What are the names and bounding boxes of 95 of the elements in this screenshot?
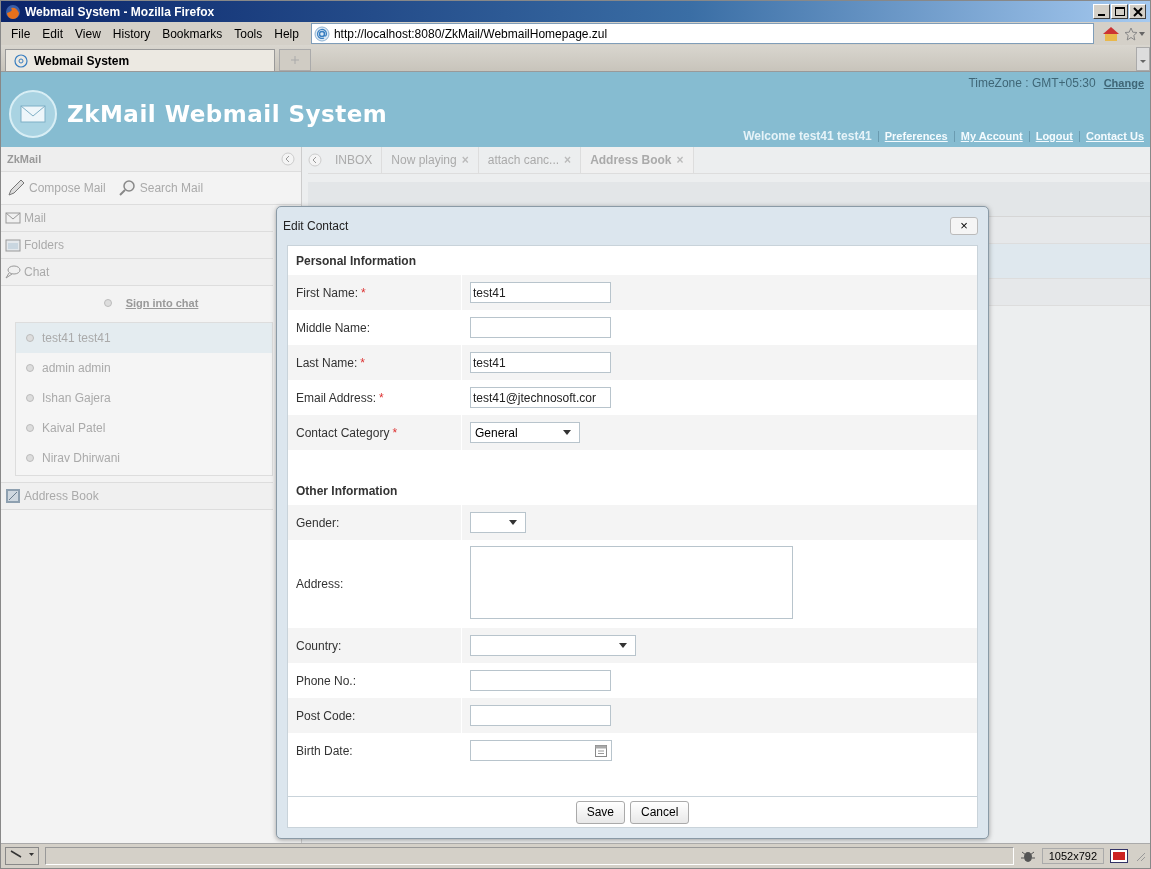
field-label: Country: bbox=[288, 628, 462, 663]
dialog-button[interactable]: Save bbox=[575, 800, 625, 824]
maximize-icon bbox=[1113, 6, 1126, 17]
address-bar[interactable]: http://localhost:8080/ZkMail/WebmailHomepage.zul bbox=[310, 23, 1094, 44]
section-heading: Other Information bbox=[296, 483, 398, 498]
menu-item[interactable]: Help bbox=[268, 26, 305, 41]
menu-item[interactable]: Tools bbox=[228, 26, 269, 41]
compose-button[interactable]: Compose Mail bbox=[7, 179, 106, 197]
input-field[interactable] bbox=[470, 670, 611, 691]
header-link[interactable]: Logout bbox=[1035, 130, 1073, 142]
home-icon bbox=[1102, 25, 1120, 42]
status-dot-icon bbox=[26, 454, 34, 462]
close-button[interactable] bbox=[1129, 4, 1146, 19]
contact-item[interactable]: admin admin bbox=[16, 353, 272, 383]
timezone-label: TimeZone : GMT+05:30 bbox=[968, 76, 1096, 90]
menu-item[interactable]: View bbox=[69, 26, 107, 41]
caret-icon bbox=[509, 520, 517, 525]
welcome-text: Welcome test41 test41 bbox=[743, 129, 872, 143]
content-tab[interactable]: INBOX bbox=[326, 147, 383, 173]
input-field[interactable]: test41 bbox=[470, 282, 611, 303]
status-dot-icon bbox=[26, 394, 34, 402]
chat-icon bbox=[5, 264, 21, 280]
new-tab-button[interactable] bbox=[279, 49, 311, 71]
menu-item[interactable]: File bbox=[5, 26, 37, 41]
search-button[interactable]: Search Mail bbox=[117, 179, 204, 197]
pointer-icon bbox=[9, 848, 35, 861]
picker-button[interactable] bbox=[5, 847, 39, 865]
header-link[interactable]: Preferences bbox=[884, 130, 948, 142]
caret-icon bbox=[563, 430, 571, 435]
at-sign-icon bbox=[313, 25, 330, 42]
browser-logo-icon bbox=[5, 3, 21, 20]
close-button[interactable]: × bbox=[950, 217, 978, 235]
field-label: Post Code: bbox=[288, 698, 462, 733]
dropdown[interactable] bbox=[470, 635, 636, 656]
field-label: First Name: * bbox=[288, 275, 462, 310]
input-field[interactable] bbox=[470, 705, 611, 726]
pencil-icon bbox=[7, 179, 25, 197]
contact-item[interactable]: Nirav Dhirwani bbox=[16, 443, 272, 473]
sidebar-title: ZkMail bbox=[7, 153, 42, 165]
status-dot-icon bbox=[26, 424, 34, 432]
window-size-label: 1052x792 bbox=[1041, 848, 1104, 864]
status-dot-icon bbox=[103, 299, 112, 307]
app-title: ZkMail Webmail System bbox=[67, 100, 388, 127]
list-tabs-button[interactable] bbox=[1136, 47, 1150, 71]
search-icon bbox=[117, 179, 136, 197]
content-tab[interactable]: Address Book × bbox=[581, 147, 694, 173]
collapse-icon bbox=[281, 152, 295, 166]
sign-in-link[interactable]: Sign into chat bbox=[125, 297, 199, 309]
resize-grip-icon bbox=[1134, 850, 1146, 862]
envelope-icon bbox=[5, 210, 21, 226]
dialog-button[interactable]: Cancel bbox=[630, 800, 690, 824]
at-sign-icon bbox=[14, 53, 28, 68]
contact-item[interactable]: Kaival Patel bbox=[16, 413, 272, 443]
input-field[interactable] bbox=[470, 317, 611, 338]
menu-item[interactable]: Bookmarks bbox=[156, 26, 229, 41]
address-field[interactable] bbox=[470, 546, 793, 619]
close-icon bbox=[1131, 6, 1144, 17]
window-title: Webmail System - Mozilla Firefox bbox=[25, 4, 216, 19]
field-label: Contact Category * bbox=[288, 415, 462, 450]
address-book-icon bbox=[5, 488, 21, 504]
flag-icon bbox=[1110, 849, 1128, 863]
change-link[interactable]: Change bbox=[1103, 77, 1144, 89]
star-icon bbox=[1124, 26, 1138, 41]
calendar-icon bbox=[595, 744, 607, 757]
scroll-left-icon bbox=[308, 153, 322, 167]
header-link[interactable]: My Account bbox=[960, 130, 1023, 142]
dialog-title: Edit Contact bbox=[283, 219, 349, 233]
header-link[interactable]: Contact Us bbox=[1085, 130, 1144, 142]
input-field[interactable]: test41 bbox=[470, 352, 611, 373]
section-heading: Personal Information bbox=[296, 253, 417, 268]
menu-item[interactable]: History bbox=[106, 26, 157, 41]
envelope-logo-icon bbox=[9, 89, 57, 138]
minimize-icon bbox=[1098, 13, 1105, 16]
caret-icon bbox=[619, 643, 627, 648]
folder-icon bbox=[5, 237, 21, 253]
browser-tab[interactable]: Webmail System bbox=[5, 49, 275, 71]
plus-icon bbox=[290, 54, 300, 65]
minimize-button[interactable] bbox=[1093, 4, 1110, 19]
field-label: Gender: bbox=[288, 505, 462, 540]
maximize-button[interactable] bbox=[1111, 4, 1128, 19]
field-label: Last Name: * bbox=[288, 345, 462, 380]
sidebar-section[interactable]: Address Book bbox=[1, 482, 273, 510]
contact-item[interactable]: test41 test41 bbox=[16, 323, 272, 353]
dropdown-arrow-icon bbox=[1138, 30, 1146, 37]
contact-item[interactable]: Ishan Gajera bbox=[16, 383, 272, 413]
content-tab[interactable]: Now playing × bbox=[382, 147, 479, 173]
status-dot-icon bbox=[26, 364, 34, 372]
input-field[interactable]: test41@jtechnosoft.cor bbox=[470, 387, 611, 408]
menu-item[interactable]: Edit bbox=[36, 26, 70, 41]
dropdown[interactable] bbox=[470, 512, 526, 533]
dropdown[interactable]: General bbox=[470, 422, 580, 443]
caret-icon bbox=[1139, 57, 1147, 64]
status-dot-icon bbox=[26, 334, 34, 342]
date-field[interactable] bbox=[470, 740, 612, 761]
field-label: Birth Date: bbox=[288, 733, 462, 768]
